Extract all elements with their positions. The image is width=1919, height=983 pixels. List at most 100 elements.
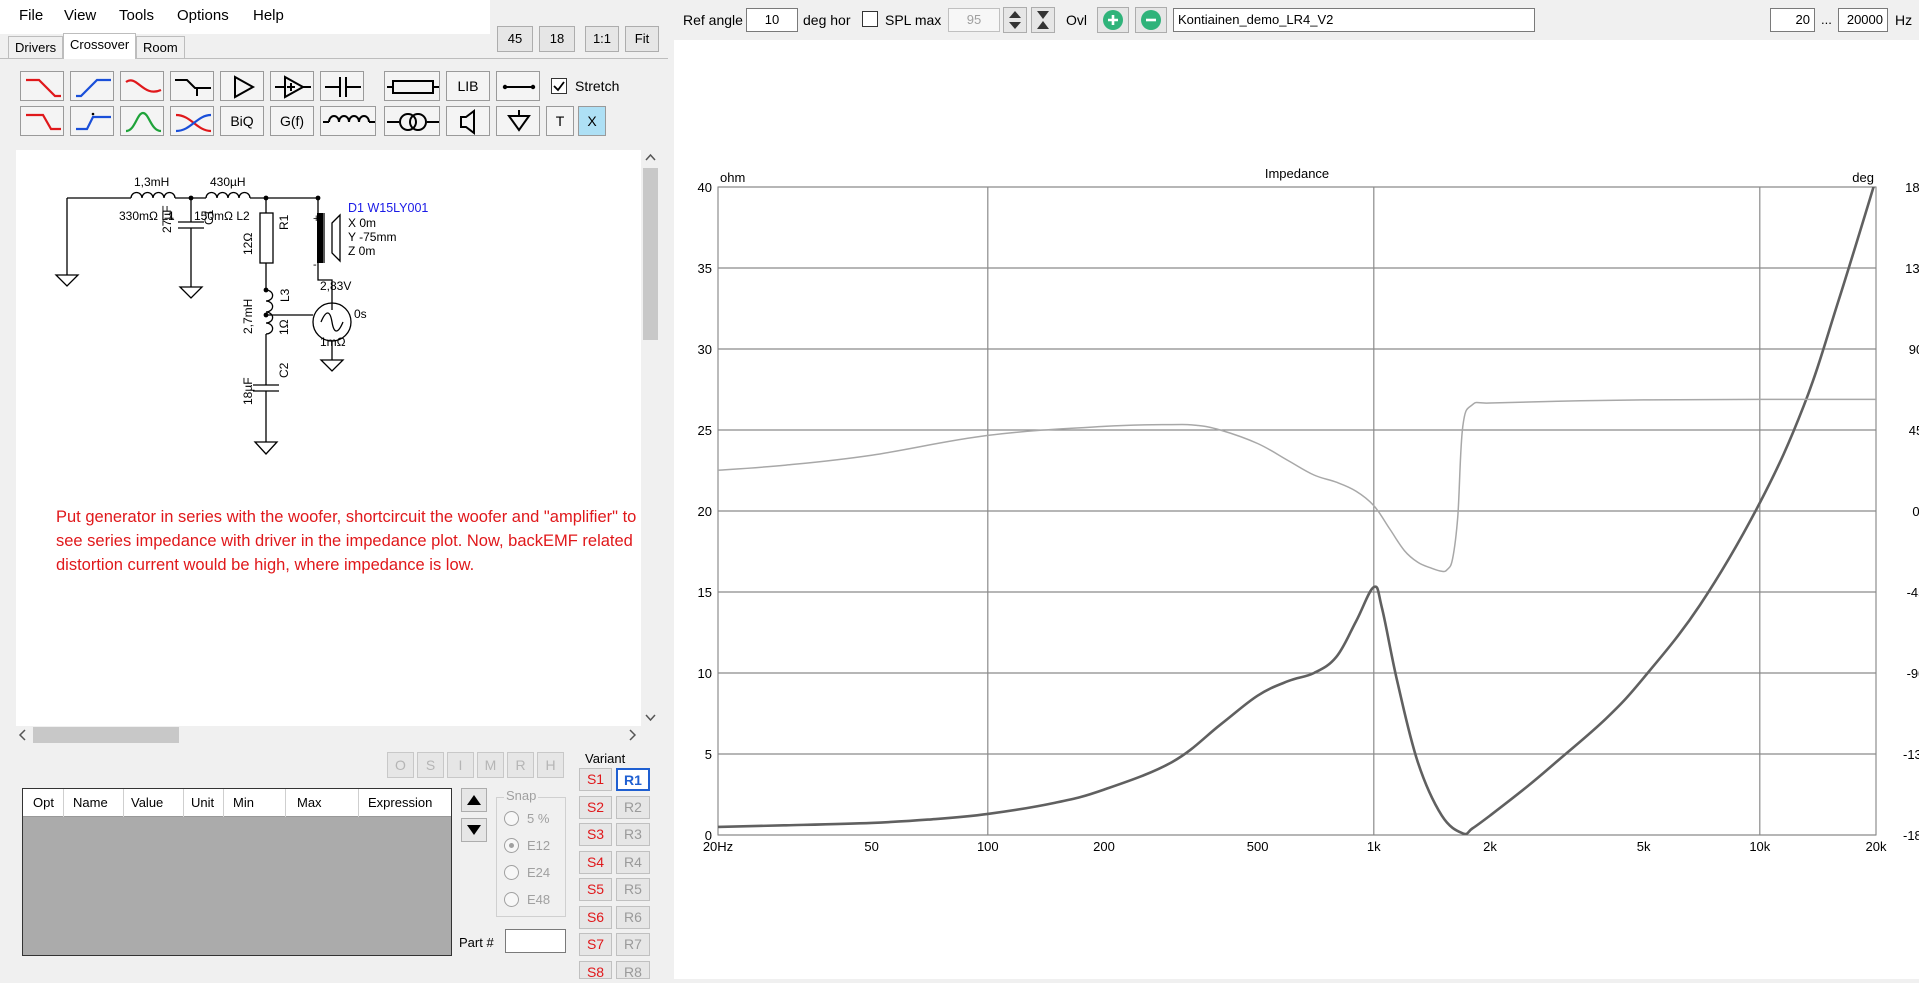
variant-s5-button[interactable]: S5 [579,878,612,901]
text-button[interactable]: T [546,106,574,136]
opt-i-button[interactable]: I [447,752,474,778]
menu-view[interactable]: View [64,7,96,24]
snap-5pct-radio[interactable] [504,811,519,826]
snap-e12-radio[interactable] [504,838,519,853]
schematic-vertical-scrollbar[interactable] [641,150,660,728]
y2-tick-label: -90 [1907,666,1919,681]
inductor-button[interactable] [320,106,376,136]
move-down-button[interactable] [461,818,487,842]
y2-tick-label: 90 [1909,342,1919,357]
variant-r3-button[interactable]: R3 [616,823,650,846]
snap-e24-radio[interactable] [504,865,519,880]
col-max[interactable]: Max [297,795,322,810]
freq-max-input[interactable]: 20000 [1838,8,1888,32]
highpass-filter-button[interactable] [70,71,114,101]
wire-button[interactable] [496,71,540,101]
stretch-checkbox[interactable] [551,78,567,94]
buffer-button[interactable] [220,71,264,101]
bandpass-button[interactable] [120,106,164,136]
move-up-button[interactable] [461,788,487,812]
capacitor-button[interactable] [320,71,364,101]
up-down-arrows-icon [1004,8,1026,32]
variant-r6-button[interactable]: R6 [616,906,650,929]
gf-button[interactable]: G(f) [270,106,314,136]
wire-icon [497,72,541,102]
col-unit[interactable]: Unit [191,795,214,810]
zoom-18-button[interactable]: 18 [539,26,575,52]
menu-help[interactable]: Help [253,7,284,24]
col-value[interactable]: Value [131,795,163,810]
ground-button[interactable] [496,106,540,136]
snap-e48-radio[interactable] [504,892,519,907]
add-overlay-button[interactable] [1097,7,1129,33]
spl-max-checkbox[interactable] [862,11,878,27]
schematic-note-text[interactable]: Put generator in series with the woofer,… [56,505,641,575]
menu-tools[interactable]: Tools [119,7,154,24]
spl-fit-button[interactable] [1031,7,1055,33]
crossover-button[interactable] [170,106,214,136]
col-expression[interactable]: Expression [368,795,432,810]
optimizer-table[interactable]: Opt Name Value Unit Min Max Expression [22,788,452,956]
lowpass-2-button[interactable] [20,106,64,136]
variant-s8-button[interactable]: S8 [579,961,612,979]
variant-r2-button[interactable]: R2 [616,796,650,819]
part-number-input[interactable] [505,929,566,953]
allpass-filter-button[interactable] [120,71,164,101]
variant-s7-button[interactable]: S7 [579,933,612,956]
spl-max-input[interactable]: 95 [948,8,1000,32]
freq-min-input[interactable]: 20 [1770,8,1815,32]
variant-r8-button[interactable]: R8 [616,961,650,979]
variant-s4-button[interactable]: S4 [579,851,612,874]
driver-button[interactable] [446,106,490,136]
zoom-fit-button[interactable]: Fit [625,26,659,52]
spl-spin-button[interactable] [1003,7,1027,33]
zoom-1to1-button[interactable]: 1:1 [585,26,619,52]
opt-m-button[interactable]: M [477,752,504,778]
impedance-chart[interactable]: 0510152025303540-180-135-90-450459013518… [674,40,1919,979]
opt-s-button[interactable]: S [417,752,444,778]
vertical-scroll-thumb[interactable] [643,168,658,340]
ref-angle-input[interactable]: 10 [746,8,798,32]
variant-r4-button[interactable]: R4 [616,851,650,874]
lowpass-filter-button[interactable] [20,71,64,101]
y-tick-label: 20 [698,504,712,519]
variant-s3-button[interactable]: S3 [579,823,612,846]
project-name-input[interactable]: Kontiainen_demo_LR4_V2 [1173,8,1535,32]
menu-options[interactable]: Options [177,7,229,24]
variant-s2-button[interactable]: S2 [579,796,612,819]
tab-crossover[interactable]: Crossover [63,33,136,59]
col-min[interactable]: Min [233,795,254,810]
impedance-chart-area[interactable]: 0510152025303540-180-135-90-450459013518… [674,40,1919,979]
x-button[interactable]: X [578,106,606,136]
col-name[interactable]: Name [73,795,108,810]
tab-drivers[interactable]: Drivers [8,36,63,58]
shelf-filter-button[interactable] [170,71,214,101]
transformer-button[interactable] [384,106,440,136]
resistor-button[interactable] [384,71,440,101]
amplifier-button[interactable] [270,71,314,101]
biquad-button[interactable]: BiQ [220,106,264,136]
driver-name-label[interactable]: D1 W15LY001 [348,202,428,215]
zoom-45-button[interactable]: 45 [497,26,533,52]
opt-r-button[interactable]: R [507,752,534,778]
col-opt[interactable]: Opt [33,795,54,810]
variant-s6-button[interactable]: S6 [579,906,612,929]
tab-room[interactable]: Room [136,36,185,58]
schematic-canvas[interactable]: + - 1,3mH 330mΩ L1 430µH 150mΩ L2 27µF C… [16,150,641,726]
library-button[interactable]: LIB [446,71,490,101]
schematic-horizontal-scrollbar[interactable] [16,726,642,744]
variant-s1-button[interactable]: S1 [579,768,612,791]
variant-r7-button[interactable]: R7 [616,933,650,956]
svg-text:-: - [313,259,317,271]
col-separator [285,789,286,817]
horizontal-scroll-thumb[interactable] [33,727,179,743]
highpass-2-button[interactable] [70,106,114,136]
opt-h-button[interactable]: H [537,752,564,778]
snap-label: Snap [504,788,538,803]
arrow-down-icon [462,819,486,841]
variant-r1-button[interactable]: R1 [616,768,650,791]
menu-file[interactable]: File [19,7,43,24]
variant-r5-button[interactable]: R5 [616,878,650,901]
remove-overlay-button[interactable] [1135,7,1167,33]
opt-o-button[interactable]: O [387,752,414,778]
